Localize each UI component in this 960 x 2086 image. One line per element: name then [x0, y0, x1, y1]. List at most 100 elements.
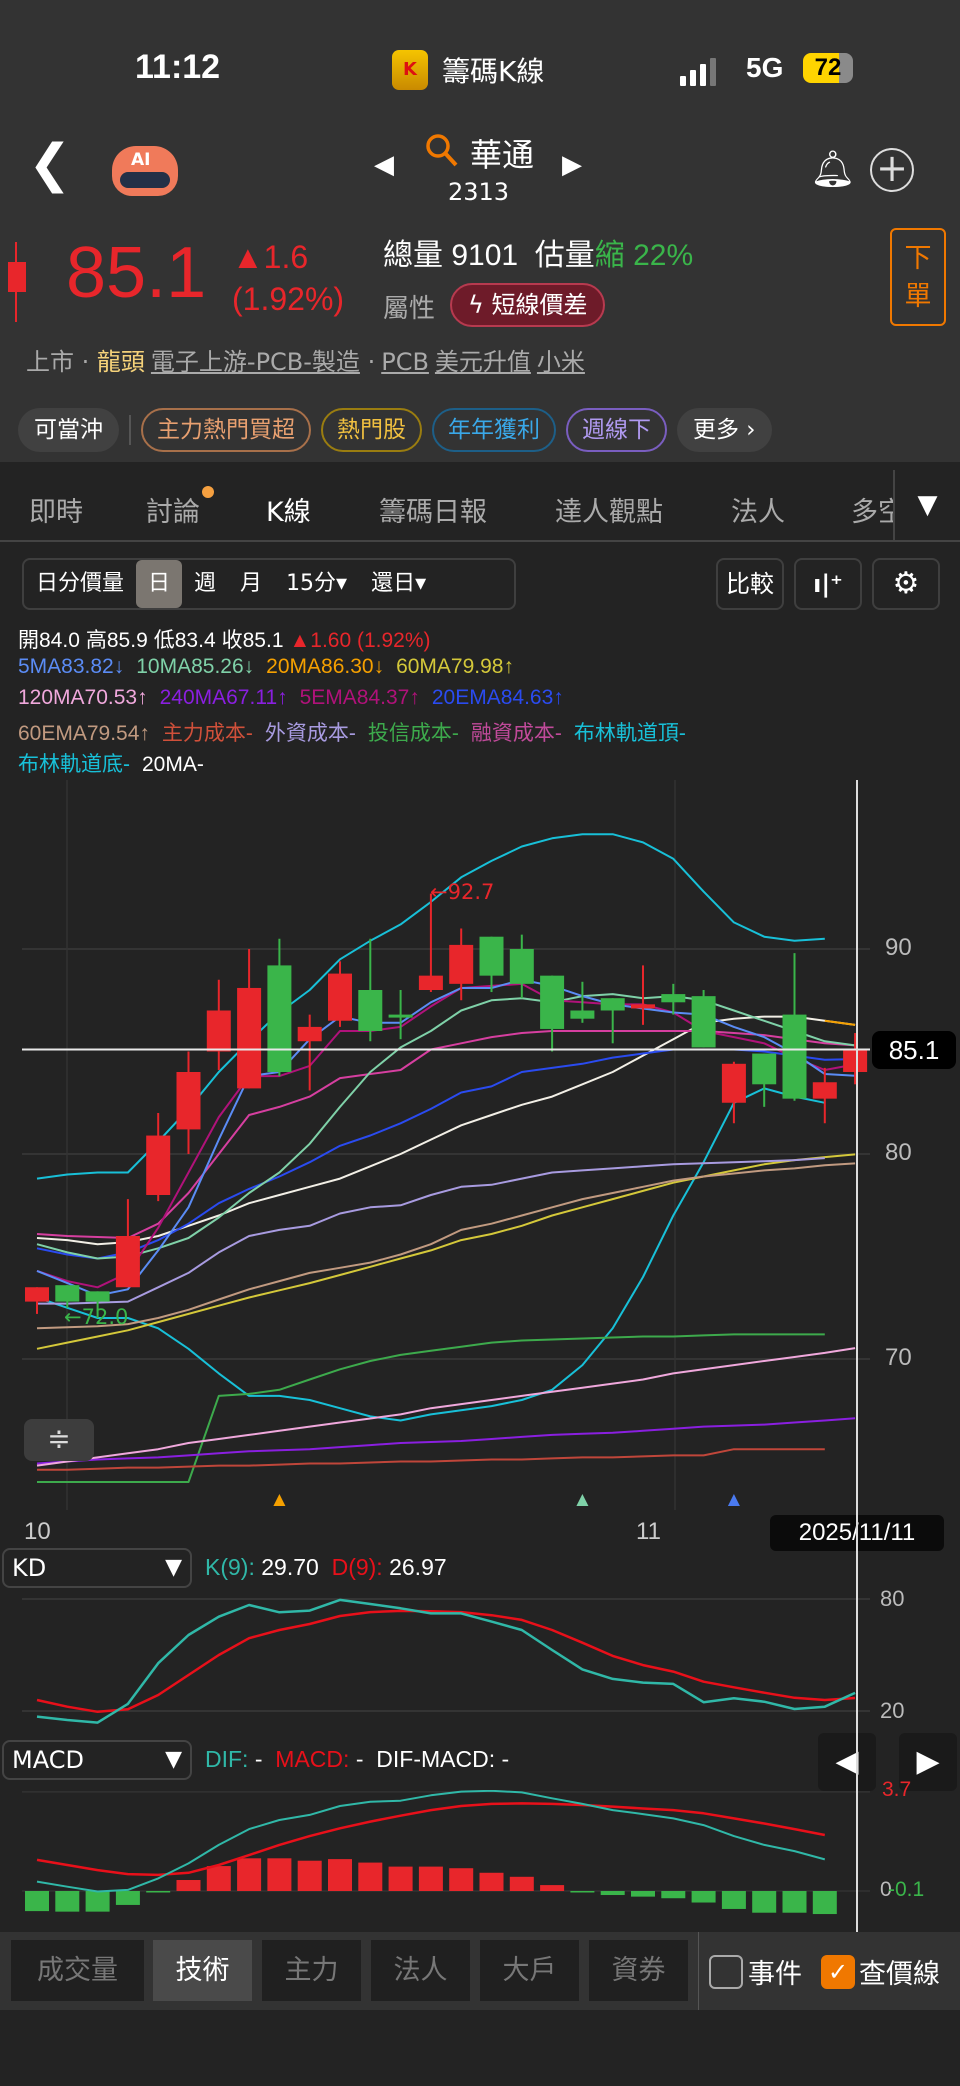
candle-body — [721, 1063, 746, 1103]
chip-main-force[interactable]: 主力熱門買超 — [141, 408, 311, 452]
chip-weekly-down[interactable]: 週線下 — [566, 408, 667, 452]
price-adjust[interactable]: 還日▾ — [359, 560, 438, 608]
legend-60ema: 60EMA79.54↑ — [18, 722, 150, 745]
search-icon[interactable] — [424, 132, 458, 168]
tag-leader: 龍頭 — [96, 348, 145, 376]
scroll-left-button[interactable]: ◀ — [818, 1733, 876, 1791]
lightning-icon: ϟ — [468, 291, 492, 319]
tab-expert-view[interactable]: 達人觀點 — [555, 490, 663, 529]
period-minutes[interactable]: 15分▾ — [274, 560, 359, 608]
tag-pcb[interactable]: PCB — [381, 348, 429, 376]
macd-histogram-bar — [115, 1891, 140, 1905]
add-watchlist-icon[interactable]: + — [870, 148, 914, 192]
chip-row: 可當沖 主力熱門買超 熱門股 年年獲利 週線下 更多 › — [18, 408, 772, 452]
candle-body — [509, 949, 534, 984]
period-intraday[interactable]: 日分價量 — [24, 560, 136, 608]
macd-histogram-bar — [661, 1891, 686, 1899]
tag-separator: · — [367, 348, 376, 376]
prev-stock-icon[interactable]: ◀ — [374, 150, 394, 180]
candle-body — [206, 1010, 231, 1052]
close-value: 收85.1 — [221, 629, 284, 652]
candle-body — [812, 1082, 837, 1099]
est-direction: 縮 — [594, 239, 625, 272]
tag-xiaomi[interactable]: 小米 — [537, 348, 585, 376]
macd-histogram-bar — [418, 1866, 443, 1891]
period-week[interactable]: 週 — [182, 560, 228, 608]
tab-chip-report[interactable]: 籌碼日報 — [379, 490, 487, 529]
k-label: K(9): — [205, 1554, 255, 1580]
legend-20ema: 20EMA84.63↑ — [431, 686, 564, 709]
chip-yearly-profit[interactable]: 年年獲利 — [432, 408, 556, 452]
candle-body — [267, 965, 292, 1072]
macd-indicator-dropdown[interactable]: MACD ▼ — [2, 1740, 192, 1780]
tag-separator: · — [81, 348, 90, 376]
candle-body — [388, 1014, 413, 1018]
event-checkbox[interactable] — [709, 1955, 743, 1989]
tag-industry[interactable]: 電子上游-PCB-製造 — [151, 348, 360, 376]
legend-row: 120MA70.53↑ 240MA67.11↑ 5EMA84.37↑ 20EMA84.… — [18, 686, 576, 710]
candle-body — [752, 1053, 777, 1085]
volume-label: 總量 — [383, 239, 443, 272]
order-button[interactable]: 下 單 — [890, 228, 946, 326]
macd-histogram-bar — [449, 1868, 474, 1891]
period-month[interactable]: 月 — [228, 560, 274, 608]
last-price: 85.1 — [66, 233, 207, 313]
indicator-add-icon[interactable]: ı|⁺ — [794, 558, 862, 610]
btab-institutional[interactable]: 法人 — [371, 1940, 470, 2001]
attribute-pill[interactable]: ϟ 短線價差 — [450, 283, 606, 327]
macd-histogram-bar — [267, 1858, 292, 1891]
tabs-dropdown-icon[interactable]: ▼ — [893, 470, 960, 540]
ai-robot-icon[interactable]: AI — [112, 146, 178, 196]
macd-histogram-bar — [631, 1891, 655, 1897]
btab-major-holders[interactable]: 大戶 — [480, 1940, 579, 2001]
next-stock-icon[interactable]: ▶ — [562, 150, 582, 180]
btab-margin[interactable]: 資券 — [589, 1940, 688, 2001]
macd-tick-top: 3.7 — [882, 1778, 912, 1801]
candle-body — [85, 1291, 110, 1302]
tab-kline[interactable]: K線 — [266, 490, 311, 529]
kd-values: K(9): 29.70 D(9): 26.97 — [205, 1554, 447, 1581]
app-icon: K — [392, 50, 428, 90]
price-line-checkbox[interactable]: ✓ — [821, 1955, 855, 1989]
btab-technical[interactable]: 技術 — [153, 1940, 252, 2001]
macd-histogram-bar — [297, 1860, 322, 1891]
attribute-pill-label: 短線價差 — [491, 291, 588, 319]
macd-histogram-bar — [176, 1880, 201, 1891]
chip-hot-stock[interactable]: 熱門股 — [321, 408, 422, 452]
period-day[interactable]: 日 — [136, 560, 183, 608]
tab-institutional[interactable]: 法人 — [731, 490, 785, 529]
kd-indicator-dropdown[interactable]: KD ▼ — [2, 1548, 192, 1588]
tag-usd[interactable]: 美元升值 — [435, 348, 531, 376]
candle-body — [600, 998, 625, 1011]
chip-day-trade[interactable]: 可當沖 — [18, 408, 119, 452]
tab-realtime[interactable]: 即時 — [29, 490, 83, 529]
macd-histogram-bar — [540, 1885, 565, 1891]
tab-discussion[interactable]: 討論 — [146, 486, 214, 529]
candle-body — [237, 987, 262, 1089]
back-chevron-icon[interactable]: ❮ — [28, 138, 72, 190]
candle-body — [176, 1072, 201, 1130]
volume-info: 總量 9101 估量縮 22% — [383, 230, 693, 274]
crosshair-vertical — [856, 780, 858, 1932]
btab-volume[interactable]: 成交量 — [11, 1940, 144, 2001]
chip-more[interactable]: 更多 › — [677, 408, 772, 452]
open-value: 開84.0 — [18, 629, 80, 652]
collapse-handle-icon[interactable]: ≑ — [24, 1419, 94, 1461]
macd-histogram-bar — [600, 1891, 625, 1896]
y-tick-70: 70 — [885, 1344, 912, 1371]
macd-histogram-bar — [721, 1891, 746, 1909]
legend-trust-cost: 投信成本- — [367, 722, 459, 745]
compare-button[interactable]: 比較 — [716, 558, 784, 610]
candle-body — [691, 996, 716, 1048]
bell-icon[interactable]: 🔔︎ — [810, 148, 856, 190]
candle-indicator-icon — [8, 242, 26, 322]
stock-name[interactable]: 華通 — [470, 130, 534, 176]
bottom-tab-bar: 成交量 技術 主力 法人 大戶 資券 事件 ✓ 查價線 — [0, 1932, 960, 2010]
btab-main-force[interactable]: 主力 — [262, 1940, 361, 2001]
d-label: D(9): — [331, 1554, 383, 1580]
macd-histogram-bar — [328, 1859, 352, 1891]
legend-20ma: 20MA86.30↓ — [266, 655, 385, 678]
candle-body — [358, 990, 383, 1031]
tag-market: 上市 — [26, 348, 74, 376]
gear-icon[interactable]: ⚙ — [872, 558, 940, 610]
